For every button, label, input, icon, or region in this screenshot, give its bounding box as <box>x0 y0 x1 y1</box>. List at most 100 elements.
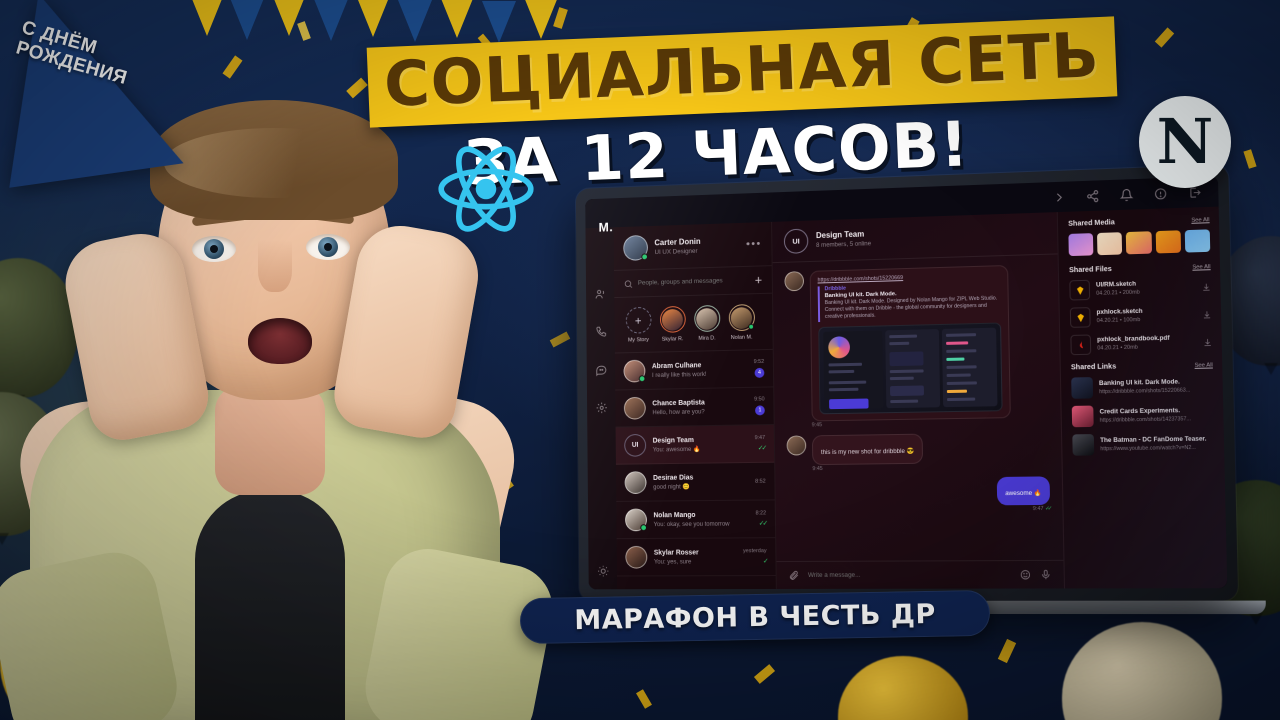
add-chat-button[interactable]: + <box>755 272 763 287</box>
message-row-outgoing: awesome 🔥 9:47 ✓✓ <box>787 475 1051 514</box>
see-all-link[interactable]: See All <box>1191 217 1209 224</box>
story-label: Skylar R. <box>661 336 684 343</box>
chat-time: 9:52 <box>753 358 765 366</box>
link-preview[interactable]: Dribbble Banking UI kit. Dark Mode. Bank… <box>817 281 1001 322</box>
chat-preview: You: awesome 🔥 <box>652 445 701 453</box>
message-row: https://dribbble.com/shots/15220669 Drib… <box>784 264 1048 429</box>
shared-link-item[interactable]: The Batman - DC FanDome Teaser. https://… <box>1072 432 1215 456</box>
media-thumbnail[interactable] <box>1184 229 1211 253</box>
story-item[interactable]: Skylar R. <box>659 305 686 343</box>
party-hat: С ДНЁМ РОЖДЕНИЯ <box>0 0 219 200</box>
search-input[interactable] <box>637 276 750 287</box>
chat-icon[interactable] <box>595 363 607 376</box>
message-text: this is my new shot for dribbble 😎 <box>820 447 915 456</box>
group-avatar: UI <box>783 228 809 254</box>
emoji-icon[interactable] <box>1020 569 1031 580</box>
chat-list-item[interactable]: Desirae Dias good night 😊 8:52 <box>615 462 775 502</box>
title-line-1-band: СОЦИАЛЬНАЯ СЕТЬ <box>366 16 1118 128</box>
link-url: https://dribbble.com/shots/15220663... <box>1099 386 1191 395</box>
unread-badge: 1 <box>755 405 765 416</box>
section-title: Shared Files <box>1069 265 1112 275</box>
story-label: Nolan M. <box>730 334 753 341</box>
read-receipt-icon: ✓✓ <box>758 520 767 528</box>
chat-time: yesterday <box>742 548 767 555</box>
microphone-icon[interactable] <box>1040 569 1051 580</box>
chat-name: Skylar Rosser <box>653 549 699 557</box>
message-composer <box>776 559 1064 589</box>
avatar <box>623 396 646 420</box>
section-title: Shared Media <box>1068 219 1115 228</box>
story-item[interactable]: + My Story <box>625 306 652 344</box>
chat-preview: You: yes, sure <box>653 557 692 566</box>
media-thumbnail[interactable] <box>1097 232 1123 256</box>
shared-link-item[interactable]: Banking UI kit. Dark Mode. https://dribb… <box>1071 375 1213 399</box>
download-icon[interactable] <box>1203 337 1213 346</box>
phone-icon[interactable] <box>594 325 606 338</box>
media-thumbnail[interactable] <box>1068 233 1094 257</box>
group-avatar: UI <box>624 433 647 457</box>
chat-list-item[interactable]: Skylar Rosser You: yes, sure yesterday ✓ <box>616 538 776 577</box>
profile-menu-button[interactable]: ••• <box>746 238 762 250</box>
chat-list-item[interactable]: Nolan Mango You: okay, see you tomorrow … <box>616 500 776 540</box>
chat-list-item-active[interactable]: UI Design Team You: awesome 🔥 9:47 ✓✓ <box>615 425 775 465</box>
chat-time: 9:47 <box>754 435 766 442</box>
unread-badge: 4 <box>754 367 765 378</box>
chat-list-item[interactable]: Abram Culhane I really like this work! 9… <box>614 349 774 391</box>
shared-file-item[interactable]: pxhlock_brandbook.pdf 04.20.21 • 20mb <box>1070 332 1212 356</box>
story-item[interactable]: Mira D. <box>693 304 720 342</box>
contacts-icon[interactable] <box>594 288 606 301</box>
download-icon[interactable] <box>1202 310 1212 319</box>
message-input[interactable] <box>807 571 1011 579</box>
online-status-dot <box>640 524 647 532</box>
online-status-dot <box>641 253 648 261</box>
user-profile[interactable]: Carter Donin UI UX Designer ••• <box>613 221 772 271</box>
open-mouth <box>248 318 312 364</box>
thumbnail-background: С ДНЁМ РОЖДЕНИЯ M. Carter Donin UI UX De… <box>0 0 1280 720</box>
media-thumbnail[interactable] <box>1155 230 1181 254</box>
stories-row: + My Story Skylar R. Mira D. Nolan M. <box>614 293 773 354</box>
avatar <box>623 234 648 261</box>
message-bubble[interactable]: this is my new shot for dribbble 😎 <box>811 433 924 465</box>
media-thumbnail[interactable] <box>1126 231 1152 255</box>
story-label: My Story <box>627 337 649 344</box>
shared-link-item[interactable]: Credit Cards Experiments. https://dribbb… <box>1071 403 1214 428</box>
avatar <box>624 471 647 494</box>
link-thumbnail <box>1071 405 1094 428</box>
see-all-link[interactable]: See All <box>1192 264 1210 271</box>
message-list: https://dribbble.com/shots/15220669 Drib… <box>773 254 1064 561</box>
shared-file-item[interactable]: UI/RM.sketch 04.20.21 • 200mb <box>1069 276 1212 301</box>
laptop-device: M. Carter Donin UI UX Designer ••• Peopl… <box>554 164 1267 615</box>
settings-icon[interactable] <box>595 401 607 414</box>
avatar <box>625 545 648 569</box>
paperclip-icon[interactable] <box>788 570 799 581</box>
channel-logo-letter: N <box>1156 105 1214 178</box>
read-receipt-icon: ✓✓ <box>757 444 766 452</box>
avatar <box>624 508 647 532</box>
app-logo: M. <box>598 219 614 235</box>
shared-file-item[interactable]: pxhlock.sketch 04.20.21 • 100mb <box>1069 304 1212 328</box>
message-bubble-link[interactable]: https://dribbble.com/shots/15220669 Drib… <box>809 264 1011 422</box>
channel-logo-badge: N <box>1139 96 1231 188</box>
see-all-link[interactable]: See All <box>1195 362 1213 369</box>
online-status-dot <box>747 323 754 330</box>
profile-role: UI UX Designer <box>654 247 698 256</box>
message-bubble-outgoing[interactable]: awesome 🔥 <box>996 475 1051 505</box>
nav-rail <box>585 227 618 590</box>
chat-preview: You: okay, see you tomorrow <box>653 520 730 528</box>
search-icon <box>624 279 634 289</box>
online-status-dot <box>638 375 646 383</box>
chat-preview: Hello, how are you? <box>652 407 705 416</box>
sidebar: M. Carter Donin UI UX Designer ••• Peopl… <box>599 219 777 590</box>
sketch-file-icon <box>1069 307 1091 328</box>
link-url: https://www.youtube.com/watch?v=N2... <box>1100 444 1196 452</box>
conversation-panel: UI Design Team 8 members, 5 online https… <box>772 212 1066 589</box>
avatar <box>786 435 807 456</box>
chat-preview: good night 😊 <box>653 482 690 491</box>
bottom-banner: МАРАФОН В ЧЕСТЬ ДР <box>519 589 991 645</box>
shared-media-header: Shared Media See All <box>1068 216 1209 228</box>
download-icon[interactable] <box>1202 282 1212 291</box>
story-item[interactable]: Nolan M. <box>728 304 755 341</box>
file-meta: 04.20.21 • 20mb <box>1097 344 1138 352</box>
chat-list-item[interactable]: Chance Baptista Hello, how are you? 9:50… <box>615 387 774 428</box>
theme-sun-icon[interactable] <box>597 565 609 578</box>
